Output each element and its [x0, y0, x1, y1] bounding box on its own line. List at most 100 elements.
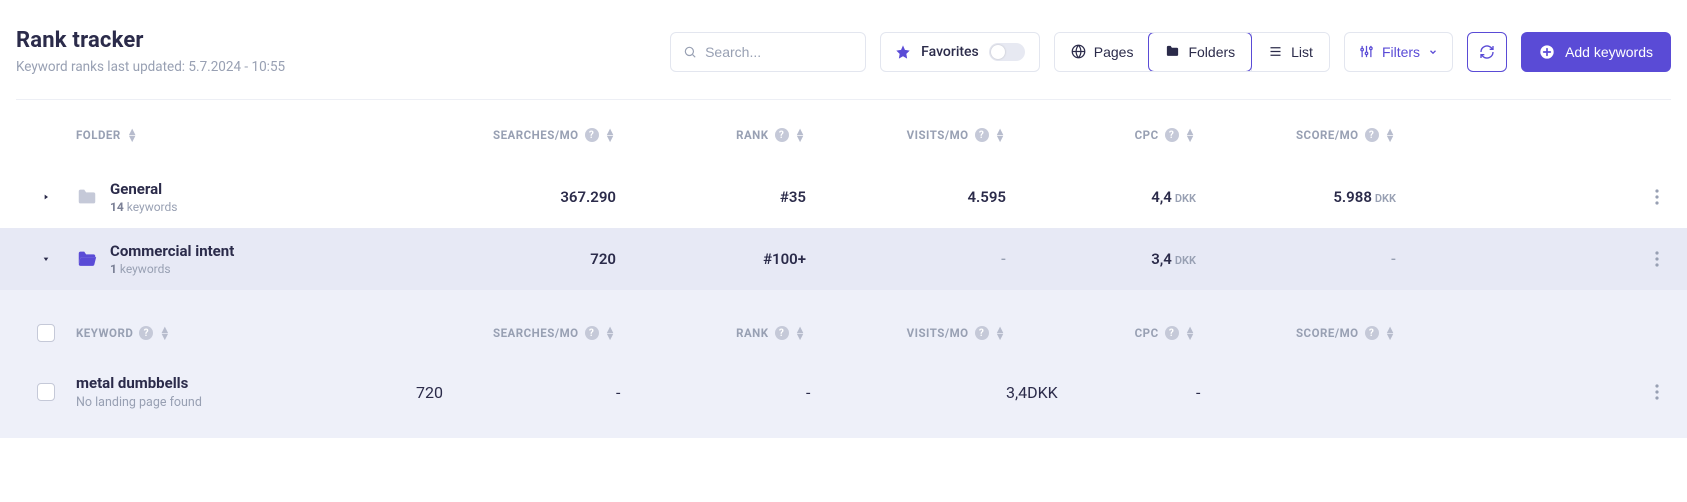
col-keyword-label: KEYWORD	[76, 326, 133, 340]
col-visits-label: VISITS/MO	[907, 128, 969, 142]
sort-icon: ▲▼	[1385, 128, 1396, 142]
cpc-value: 3,4	[1151, 250, 1172, 268]
cpc-value: 3,4	[1006, 383, 1027, 402]
cell-score: 5.988DKK	[1196, 188, 1396, 206]
select-all-cell	[16, 324, 76, 342]
refresh-button[interactable]	[1467, 32, 1507, 72]
list-icon	[1268, 44, 1283, 59]
col-rank[interactable]: RANK ? ▲▼	[616, 128, 806, 142]
folder-name: General	[110, 180, 177, 198]
cell-rank: #100+	[616, 250, 806, 268]
cell-score: -	[1196, 250, 1396, 268]
select-all-checkbox[interactable]	[37, 324, 55, 342]
help-icon[interactable]: ?	[975, 326, 989, 340]
view-folders-button[interactable]: Folders	[1148, 32, 1252, 72]
sort-icon: ▲▼	[605, 326, 616, 340]
col-cpc-label: CPC	[1135, 326, 1159, 340]
favorites-label: Favorites	[921, 44, 979, 60]
keyword-cell: metal dumbbells No landing page found	[76, 374, 416, 410]
col-searches[interactable]: SEARCHES/MO ? ▲▼	[416, 128, 616, 142]
folder-meta: 14 keywords	[110, 200, 177, 214]
page-title: Rank tracker	[16, 28, 285, 53]
cell-score: -	[1196, 383, 1396, 402]
select-row-checkbox[interactable]	[37, 383, 55, 401]
view-folders-label: Folders	[1188, 44, 1235, 60]
folder-name: Commercial intent	[110, 242, 234, 260]
kebab-icon	[1655, 384, 1659, 400]
col-searches-label: SEARCHES/MO	[493, 128, 579, 142]
col-visits[interactable]: VISITS/MO ? ▲▼	[806, 326, 1006, 340]
cell-cpc: 3,4DKK	[1006, 250, 1196, 268]
cell-cpc: 4,4DKK	[1006, 188, 1196, 206]
help-icon[interactable]: ?	[139, 326, 153, 340]
currency-suffix: DKK	[1175, 254, 1196, 267]
col-rank-label: RANK	[736, 326, 769, 340]
col-score[interactable]: SCORE/MO ? ▲▼	[1196, 128, 1396, 142]
search-input[interactable]	[705, 44, 853, 60]
help-icon[interactable]: ?	[1365, 326, 1379, 340]
row-menu-button[interactable]	[1651, 247, 1663, 271]
favorites-toggle-box: Favorites	[880, 32, 1040, 72]
expand-toggle[interactable]	[16, 255, 76, 263]
col-score-label: SCORE/MO	[1296, 326, 1359, 340]
keyword-sub-table: KEYWORD ? ▲▼ SEARCHES/MO ? ▲▼ RANK ? ▲▼ …	[0, 290, 1687, 438]
col-score-label: SCORE/MO	[1296, 128, 1359, 142]
sort-icon: ▲▼	[995, 326, 1006, 340]
filters-button[interactable]: Filters	[1344, 32, 1453, 72]
keyword-row[interactable]: metal dumbbells No landing page found 72…	[0, 362, 1687, 438]
plus-circle-icon	[1539, 44, 1555, 60]
sort-icon: ▲▼	[1185, 326, 1196, 340]
favorites-toggle[interactable]	[989, 43, 1025, 61]
title-block: Rank tracker Keyword ranks last updated:…	[16, 28, 285, 75]
col-cpc[interactable]: CPC ? ▲▼	[1006, 128, 1196, 142]
col-searches-label: SEARCHES/MO	[493, 326, 579, 340]
view-pages-button[interactable]: Pages	[1055, 33, 1150, 71]
dash-value: -	[806, 383, 810, 402]
help-icon[interactable]: ?	[775, 326, 789, 340]
col-visits[interactable]: VISITS/MO ? ▲▼	[806, 128, 1006, 142]
row-actions	[1396, 185, 1671, 209]
search-field[interactable]	[670, 32, 866, 72]
col-cpc[interactable]: CPC ? ▲▼	[1006, 326, 1196, 340]
help-icon[interactable]: ?	[1165, 326, 1179, 340]
col-folder[interactable]: FOLDER ▲▼	[76, 128, 416, 142]
folder-count-suffix: keywords	[120, 262, 171, 276]
row-actions	[1396, 247, 1671, 271]
help-icon[interactable]: ?	[585, 326, 599, 340]
help-icon[interactable]: ?	[975, 128, 989, 142]
select-row-cell	[16, 383, 76, 401]
help-icon[interactable]: ?	[1365, 128, 1379, 142]
help-icon[interactable]: ?	[1165, 128, 1179, 142]
cell-rank: -	[616, 383, 806, 402]
col-folder-label: FOLDER	[76, 128, 121, 142]
add-keywords-button[interactable]: Add keywords	[1521, 32, 1671, 72]
filters-label: Filters	[1382, 44, 1420, 60]
expand-toggle[interactable]	[16, 193, 76, 201]
row-menu-button[interactable]	[1651, 185, 1663, 209]
chevron-down-icon	[1428, 47, 1438, 57]
col-rank[interactable]: RANK ? ▲▼	[616, 326, 806, 340]
help-icon[interactable]: ?	[775, 128, 789, 142]
row-menu-button[interactable]	[1651, 380, 1663, 404]
col-searches[interactable]: SEARCHES/MO ? ▲▼	[416, 326, 616, 340]
help-icon[interactable]: ?	[585, 128, 599, 142]
cell-visits: -	[806, 383, 1006, 402]
dash-value: -	[1196, 383, 1200, 402]
cell-searches: 367.290	[416, 188, 616, 206]
sliders-icon	[1359, 44, 1374, 59]
folder-open-icon	[76, 248, 98, 270]
col-visits-label: VISITS/MO	[907, 326, 969, 340]
sort-icon: ▲▼	[159, 326, 170, 340]
folder-row[interactable]: General 14 keywords 367.290 #35 4.595 4,…	[0, 166, 1687, 228]
chevron-right-icon	[42, 193, 50, 201]
col-keyword[interactable]: KEYWORD ? ▲▼	[76, 326, 416, 340]
folder-row[interactable]: Commercial intent 1 keywords 720 #100+ -…	[0, 228, 1687, 290]
col-score[interactable]: SCORE/MO ? ▲▼	[1196, 326, 1396, 340]
dash-value: -	[616, 383, 620, 402]
folder-count: 1	[110, 262, 117, 276]
globe-icon	[1071, 44, 1086, 59]
sort-icon: ▲▼	[995, 128, 1006, 142]
kebab-icon	[1655, 189, 1659, 205]
folder-closed-icon	[76, 186, 98, 208]
view-list-button[interactable]: List	[1251, 33, 1329, 71]
